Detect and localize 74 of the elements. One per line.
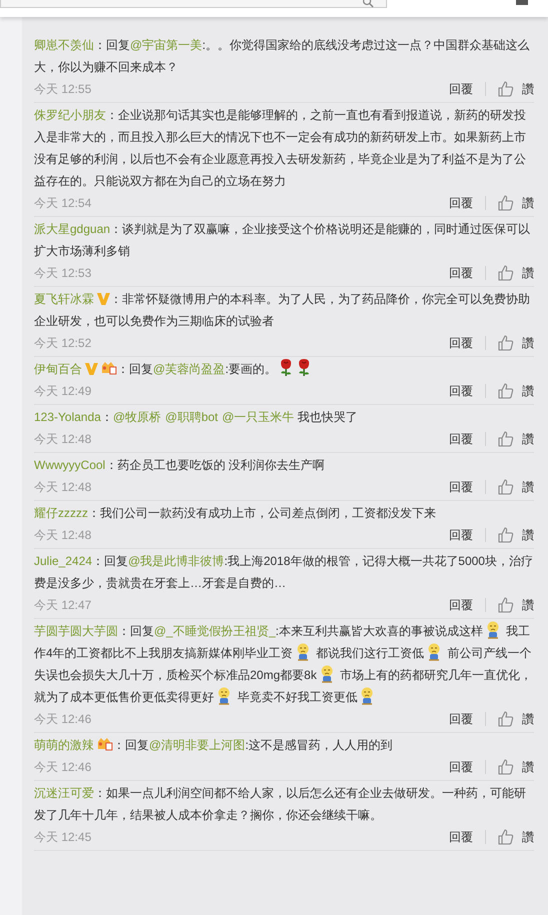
timestamp: 今天 12:49	[34, 382, 92, 400]
reply-link[interactable]: 回覆	[449, 758, 473, 776]
thumbs-up-icon	[498, 829, 514, 845]
reply-link[interactable]: 回覆	[449, 478, 473, 496]
reply-link[interactable]: 回覆	[449, 710, 473, 728]
comment-text: 伊甸百合 ：回复@芙蓉尚盈盈:要画的。	[34, 358, 534, 380]
timestamp: 今天 12:53	[34, 264, 92, 282]
reply-link[interactable]: 回覆	[449, 430, 473, 448]
crying-face-icon	[484, 621, 501, 639]
timestamp: 今天 12:46	[34, 758, 92, 776]
like-link[interactable]: 讚	[522, 828, 534, 846]
like-link[interactable]: 讚	[522, 758, 534, 776]
comment-text: 沉迷汪可爱：如果一点儿利润空间都不给人家，以后怎么还有企业去做研发。一种药，可能研发了几年十几年，结果被人成本价拿走？搁你，你还会继续干嘛。	[34, 785, 527, 824]
crying-face-icon	[294, 643, 311, 661]
reply-link[interactable]: 回覆	[449, 80, 473, 98]
thumbs-up-icon	[498, 195, 514, 211]
comment-text: 芋圆芋圆大芋圆：回复@_不睡觉假扮王祖贤_:本来互利共赢皆大欢喜的事被说成这样 我工作4年的工资都比不上我朋友搞新媒体刚毕业工资 都说我们这行工资低 前公司产线一个失误也会损失大几十万，质检买个标准品20mg都要8k 市场上有的药都研究几年一直优化，就为了成本更低售价更低卖得更好 毕竟卖不好我工资更低	[34, 620, 534, 708]
timestamp: 今天 12:46	[34, 710, 92, 728]
search-icon	[363, 0, 374, 8]
thumbs-up-icon	[498, 597, 514, 613]
thumbs-up-icon	[498, 711, 514, 727]
thumbs-up-icon	[498, 479, 514, 495]
reply-link[interactable]: 回覆	[449, 334, 473, 352]
like-link[interactable]: 讚	[522, 526, 534, 544]
like-link[interactable]: 讚	[522, 194, 534, 212]
comment-text: 123-Yolanda：@牧原桥 @职聘bot @一只玉米牛 我也快哭了	[34, 409, 359, 426]
reply-link[interactable]: 回覆	[449, 194, 473, 212]
like-link[interactable]: 讚	[522, 430, 534, 448]
timestamp: 今天 12:48	[34, 478, 92, 496]
like-link[interactable]: 讚	[522, 264, 534, 282]
like-link[interactable]: 讚	[522, 382, 534, 400]
reply-link[interactable]: 回覆	[449, 264, 473, 282]
reply-link[interactable]: 回覆	[449, 828, 473, 846]
verified-badge-icon	[97, 292, 110, 305]
reply-link[interactable]: 回覆	[449, 596, 473, 614]
comment-text: Julie_2424：回复@我是此博非彼博:我上海2018年做的根管，记得大概一共花了5000块，治疗费是没多少，贵就贵在牙套上…牙套是自费的…	[34, 553, 534, 592]
crown-badge-icon	[97, 736, 113, 751]
comment-text: 派大星gdguan：谈判就是为了双赢嘛，企业接受这个价格说明还是能赚的，同时通过医保可以扩大市场薄利多销	[34, 221, 532, 260]
thumbs-up-icon	[498, 431, 514, 447]
timestamp: 今天 12:55	[34, 80, 92, 98]
crying-face-icon	[426, 643, 442, 661]
comment-text: 耀仔zzzzz：我们公司一款药没有成功上市，公司差点倒闭，工资都没发下来	[34, 505, 437, 522]
thumbs-up-icon	[498, 265, 514, 281]
like-link[interactable]: 讚	[522, 596, 534, 614]
reply-link[interactable]: 回覆	[449, 382, 473, 400]
comment-text: 侏罗纪小朋友：企业说那句话其实也是能够理解的，之前一直也有看到报道说，新药的研发投入是非常大的，而且投入那么巨大的情况下也不一定会有成功的新药研发上市。如果新药上市没有足够的利润，以后也不会有企业愿意再投入去研发新药，毕竟企业是为了利益不是为了公益存在的。只能说双方都在为自己的立场在努力	[34, 107, 527, 190]
thumbs-up-icon	[498, 759, 514, 775]
crying-face-icon	[216, 687, 232, 705]
rose-icon	[296, 359, 311, 377]
rose-icon	[278, 359, 293, 377]
thumbs-up-icon	[498, 81, 514, 97]
crying-face-icon	[359, 687, 376, 705]
thumbs-up-icon	[498, 527, 514, 543]
timestamp: 今天 12:47	[34, 596, 92, 614]
timestamp: 今天 12:45	[34, 828, 92, 846]
comment-text: 萌萌的激辣 ：回复@清明非要上河图:这不是感冒药，人人用的到	[34, 735, 394, 754]
menu-icon[interactable]	[516, 0, 528, 6]
thumbs-up-icon	[498, 383, 514, 399]
like-link[interactable]: 讚	[522, 80, 534, 98]
comment-text: WwwyyyCool：药企员工也要吃饭的 没利润你去生产啊	[34, 457, 326, 474]
reply-link[interactable]: 回覆	[449, 526, 473, 544]
timestamp: 今天 12:48	[34, 526, 92, 544]
like-link[interactable]: 讚	[522, 334, 534, 352]
like-link[interactable]: 讚	[522, 478, 534, 496]
timestamp: 今天 12:48	[34, 430, 92, 448]
timestamp: 今天 12:54	[34, 194, 92, 212]
crown-badge-icon	[101, 360, 117, 375]
crying-face-icon	[318, 665, 335, 683]
comment-text: 夏飞轩冰霖 ：非常怀疑微博用户的本科率。为了人民，为了药品降价，你完全可以免费协助企业研发，也可以免费作为三期临床的试验者	[34, 291, 531, 330]
like-link[interactable]: 讚	[522, 710, 534, 728]
timestamp: 今天 12:52	[34, 334, 92, 352]
verified-badge-icon	[85, 362, 98, 375]
thumbs-up-icon	[498, 335, 514, 351]
comment-text: 卿崽不羡仙：回复@宇宙第一美:。。你觉得国家给的底线没考虑过这一点？中国群众基础这么大，你以为赚不回来成本？	[34, 37, 531, 76]
